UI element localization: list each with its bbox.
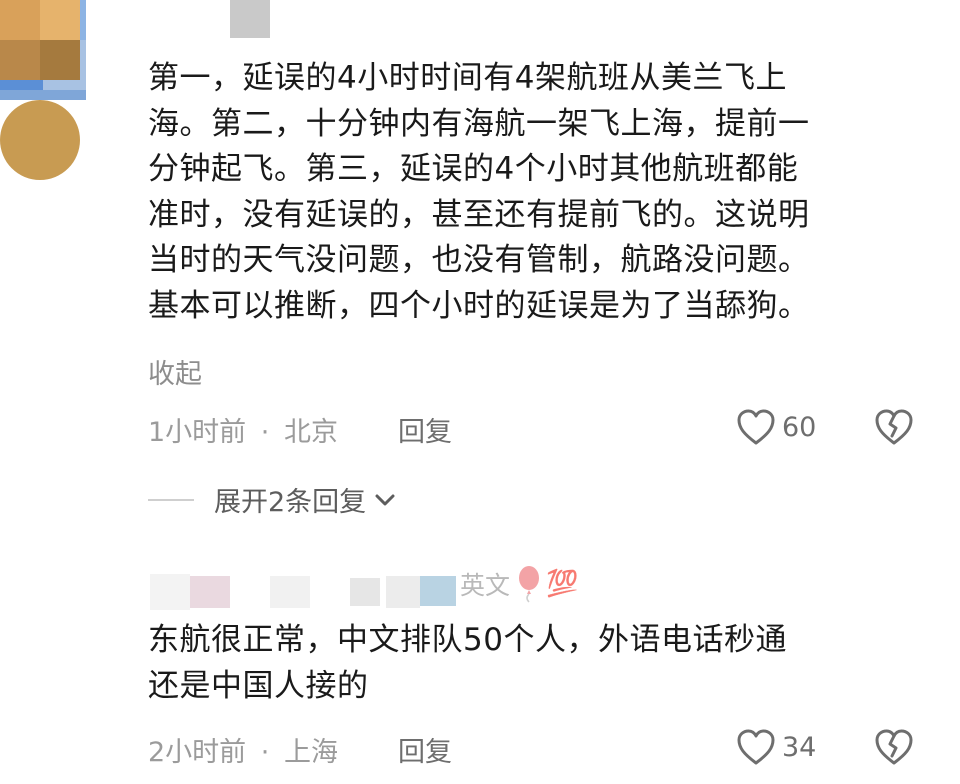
reply-button[interactable]: 回复 [398, 730, 452, 769]
like-count: 34 [782, 731, 817, 763]
location: 上海 [283, 737, 338, 768]
comment-line: 东航很正常，中文排队50个人，外语电话秒通 [148, 622, 787, 658]
broken-heart-icon [875, 729, 913, 765]
comment-text: 东航很正常，中文排队50个人，外语电话秒通 还是中国人接的 [148, 618, 787, 709]
separator: · [260, 737, 270, 768]
expand-replies-label: 展开2条回复 [214, 487, 367, 518]
like-count: 60 [782, 411, 817, 443]
comment-line: 海。第二，十分钟内有海航一架飞上海，提前一 [148, 105, 810, 142]
comment-line: 当时的天气没问题，也没有管制，航路没问题。 [148, 242, 810, 278]
comment-line: 准时，没有延误的，甚至还有提前飞的。这说明 [148, 196, 810, 233]
chevron-down-icon [375, 494, 395, 505]
comment-meta: 2小时前 · 上海 [148, 730, 338, 769]
hundred-emoji-icon: 💯 [546, 569, 579, 599]
comment-line: 第一，延误的4小时时间有4架航班从美兰飞上 [148, 60, 787, 96]
comment-line: 基本可以推断，四个小时的延误是为了当舔狗。 [148, 287, 810, 324]
heart-outline-icon [737, 729, 775, 765]
heart-outline-icon [737, 409, 775, 445]
username-suffix-text: 英文 [460, 571, 511, 600]
timestamp: 1小时前 [148, 417, 247, 448]
like-button[interactable]: 60 [736, 408, 816, 446]
comment-line: 还是中国人接的 [148, 667, 369, 704]
timestamp: 2小时前 [148, 737, 247, 768]
comment-text: 第一，延误的4小时时间有4架航班从美兰飞上 海。第二，十分钟内有海航一架飞上海，… [148, 56, 810, 329]
reply-button[interactable]: 回复 [398, 410, 452, 449]
divider [148, 498, 194, 501]
username-blurred[interactable] [150, 574, 456, 610]
balloon-icon [519, 566, 540, 603]
like-button[interactable]: 34 [736, 728, 816, 766]
dislike-button[interactable] [874, 728, 914, 770]
username-blurred[interactable] [230, 0, 270, 38]
dislike-button[interactable] [874, 408, 914, 450]
expand-replies[interactable]: 展开2条回复 [148, 480, 396, 519]
avatar[interactable] [0, 0, 80, 180]
comment-line: 分钟起飞。第三，延误的4个小时其他航班都能 [148, 151, 799, 187]
location: 北京 [283, 417, 338, 448]
collapse-button[interactable]: 收起 [148, 352, 202, 391]
username-suffix[interactable]: 英文 💯 [460, 564, 578, 604]
comment-meta: 1小时前 · 北京 [148, 410, 338, 449]
separator: · [260, 417, 270, 448]
broken-heart-icon [875, 409, 913, 445]
